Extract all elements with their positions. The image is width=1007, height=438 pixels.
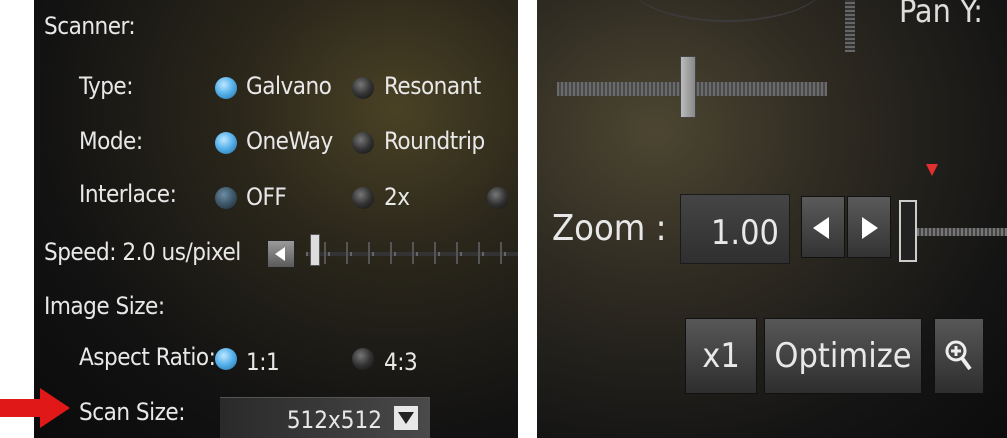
zoom-value: 1.00 — [710, 213, 779, 253]
aspect-4-3-radio[interactable] — [352, 348, 374, 370]
zoom-label: Zoom : — [552, 208, 667, 249]
red-pointer-arrow-icon — [0, 388, 70, 428]
zoom-in-icon — [945, 340, 972, 371]
type-galvano-radio[interactable] — [215, 77, 237, 99]
zoom-decrease-button[interactable] — [801, 196, 845, 258]
dropdown-caret-icon — [394, 406, 418, 430]
type-galvano-label: Galvano — [246, 72, 332, 100]
vertical-slider-track — [845, 0, 855, 52]
speed-slider-ticks — [324, 242, 518, 264]
scan-size-label: Scan Size: — [79, 398, 185, 426]
mode-label: Mode: — [79, 127, 143, 155]
zoom-marker-icon — [926, 164, 938, 176]
interlace-2x-label: 2x — [384, 183, 410, 211]
speed-value: 2.0 us/pixel — [122, 238, 241, 266]
mode-roundtrip-label: Roundtrip — [384, 127, 485, 155]
interlace-other-radio[interactable] — [487, 187, 509, 209]
type-label: Type: — [79, 72, 134, 100]
decorative-arc — [627, 0, 827, 22]
scan-size-value: 512x512 — [286, 406, 382, 434]
image-size-heading: Image Size: — [44, 292, 165, 320]
speed-decrease-button[interactable] — [267, 240, 295, 268]
mode-roundtrip-radio[interactable] — [352, 132, 374, 154]
pan-slider-thumb[interactable] — [680, 56, 696, 118]
zoom-increase-button[interactable] — [847, 196, 891, 258]
interlace-label: Interlace: — [79, 180, 177, 208]
zoom-x1-button[interactable]: x1 — [685, 318, 757, 394]
zoom-value-field[interactable]: 1.00 — [680, 194, 790, 264]
speed-label: Speed: 2.0 us/pixel — [44, 238, 241, 266]
zoom-slider-track[interactable] — [917, 228, 1007, 236]
type-resonant-radio[interactable] — [352, 77, 374, 99]
aspect-ratio-label: Aspect Ratio: — [79, 343, 216, 371]
scanner-settings-panel: Scanner: Type: Galvano Resonant Mode: On… — [34, 0, 518, 438]
speed-slider-thumb[interactable] — [310, 234, 320, 266]
zoom-panel: Pan Y: Zoom : 1.00 x1 Optimize — [537, 0, 1007, 438]
type-resonant-label: Resonant — [384, 72, 481, 100]
mode-oneway-label: OneWay — [246, 127, 333, 155]
scan-size-dropdown[interactable]: 512x512 — [220, 397, 430, 438]
speed-label-text: Speed: — [44, 238, 117, 266]
interlace-off-radio[interactable] — [215, 187, 237, 209]
interlace-2x-radio[interactable] — [352, 187, 374, 209]
optimize-button[interactable]: Optimize — [764, 318, 922, 394]
mode-oneway-radio[interactable] — [215, 132, 237, 154]
zoom-in-button[interactable] — [934, 318, 984, 394]
aspect-4-3-label: 4:3 — [384, 348, 418, 376]
aspect-1-1-label: 1:1 — [246, 348, 280, 376]
aspect-1-1-radio[interactable] — [215, 348, 237, 370]
scanner-heading: Scanner: — [44, 12, 136, 40]
zoom-slider-thumb[interactable] — [899, 200, 917, 262]
pan-y-label: Pan Y: — [899, 0, 983, 30]
interlace-off-label: OFF — [246, 183, 287, 211]
